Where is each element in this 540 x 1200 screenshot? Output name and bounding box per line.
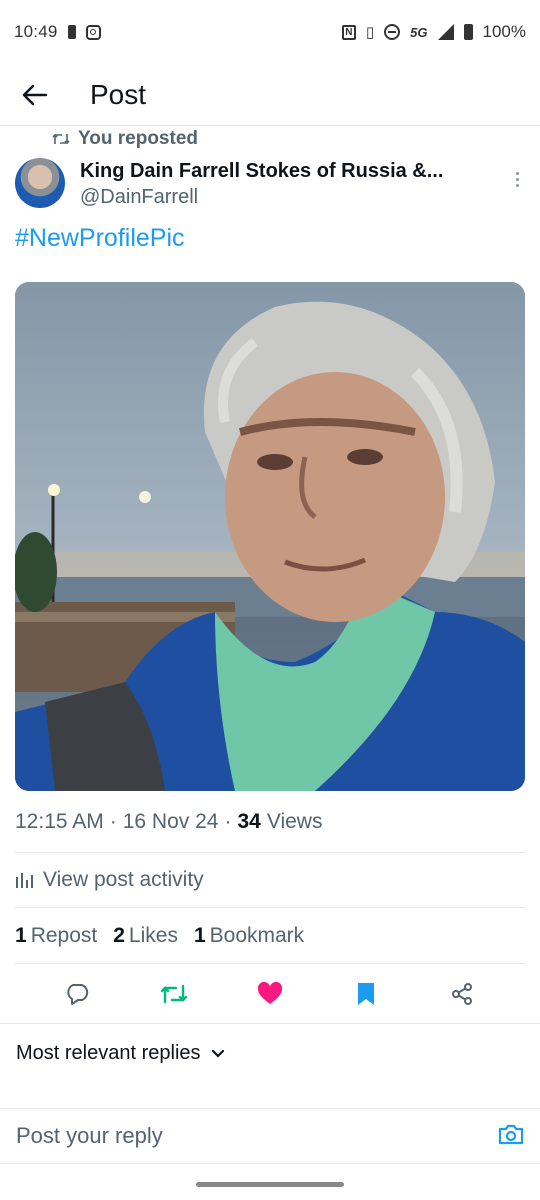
repost-label: You reposted [78, 128, 198, 149]
share-button[interactable] [447, 979, 477, 1009]
repost-icon [52, 133, 70, 145]
divider [15, 907, 525, 908]
status-left: 10:49 [14, 22, 101, 42]
more-options-button[interactable] [514, 172, 520, 187]
more-dot-icon [515, 178, 519, 181]
battery-icon [463, 24, 473, 40]
reply-input[interactable] [16, 1123, 436, 1149]
battery-saver-icon [67, 25, 76, 39]
hashtag-link[interactable]: #NewProfilePic [15, 224, 185, 253]
likes-count: 2 [113, 924, 125, 947]
bookmarks-label: Bookmark [209, 924, 305, 947]
replies-sort-label: Most relevant replies [16, 1042, 201, 1064]
post-image[interactable] [15, 282, 525, 791]
divider [15, 852, 525, 853]
repost-icon [160, 984, 188, 1004]
views-label: Views [266, 810, 323, 833]
reply-bar [0, 1108, 540, 1164]
heart-icon [257, 982, 283, 1004]
avatar[interactable] [15, 158, 65, 208]
instagram-icon [85, 24, 101, 40]
likes-label: Likes [128, 924, 178, 947]
likes-stat[interactable]: 2 Likes [113, 924, 178, 948]
arrow-left-icon [22, 84, 48, 105]
meta-separator: · [109, 810, 117, 833]
post-meta: 12:15 AM · 16 Nov 24 · 34 Views [15, 810, 322, 834]
reposts-label: Repost [30, 924, 98, 947]
page-title: Post [90, 78, 147, 110]
status-right: N ▯ 5G 100% [341, 22, 526, 42]
header: Post [0, 64, 540, 126]
post-time: 12:15 AM [15, 810, 104, 833]
bookmarks-count: 1 [193, 924, 206, 947]
divider [15, 963, 525, 964]
reposts-count: 1 [15, 924, 27, 947]
bookmarks-stat[interactable]: 1 Bookmark [194, 924, 304, 948]
author-text: King Dain Farrell Stokes of Russia &... … [80, 158, 500, 210]
status-bar: 10:49 N ▯ 5G 100% [0, 0, 540, 64]
post-date: 16 Nov 24 [122, 810, 219, 833]
reposts-stat[interactable]: 1 Repost [15, 924, 97, 948]
bookmark-icon [358, 983, 374, 1005]
more-dot-icon [515, 172, 519, 175]
network-label: 5G [410, 24, 428, 40]
camera-button[interactable] [498, 1123, 524, 1150]
view-activity-link[interactable]: View post activity [15, 868, 204, 892]
chevron-down-icon [211, 1049, 224, 1058]
signal-icon [437, 24, 454, 40]
reply-icon [67, 984, 89, 1005]
view-activity-label: View post activity [43, 868, 204, 891]
views-count: 34 [237, 810, 261, 833]
engagement-stats: 1 Repost 2 Likes 1 Bookmark [15, 924, 304, 948]
like-button[interactable] [255, 979, 285, 1009]
reply-button[interactable] [63, 979, 93, 1009]
action-bar [0, 974, 540, 1014]
home-indicator[interactable] [196, 1182, 344, 1187]
status-time: 10:49 [14, 22, 58, 41]
repost-indicator: You reposted [52, 128, 198, 150]
repost-button[interactable] [159, 979, 189, 1009]
battery-percent: 100% [482, 22, 526, 41]
more-dot-icon [515, 184, 519, 187]
replies-sort-dropdown[interactable]: Most relevant replies [16, 1042, 225, 1065]
do-not-disturb-icon [384, 24, 401, 40]
nfc-icon: N [341, 24, 356, 40]
selfie-illustration [15, 282, 525, 791]
back-button[interactable] [0, 64, 70, 126]
author-name[interactable]: King Dain Farrell Stokes of Russia &... [80, 158, 500, 184]
analytics-icon [16, 873, 33, 888]
vibrate-icon: ▯ [365, 24, 375, 41]
camera-icon [498, 1124, 524, 1144]
author-handle[interactable]: @DainFarrell [80, 184, 500, 210]
post-author: King Dain Farrell Stokes of Russia &... … [15, 158, 530, 214]
divider [0, 1023, 540, 1024]
share-icon [452, 983, 472, 1005]
bookmark-button[interactable] [351, 979, 381, 1009]
meta-separator: · [224, 810, 232, 833]
